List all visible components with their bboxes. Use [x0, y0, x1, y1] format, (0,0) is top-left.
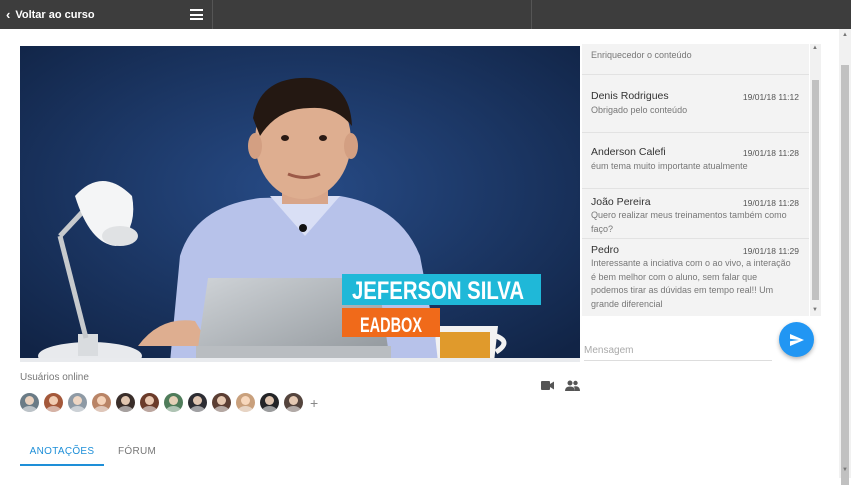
chat-author: Pedro	[591, 244, 620, 256]
chat-author: João Pereira	[591, 196, 651, 208]
scroll-up-arrow-icon[interactable]: ▲	[842, 32, 848, 38]
avatar[interactable]	[236, 393, 255, 412]
avatar[interactable]	[140, 393, 159, 412]
chat-scrollbar-thumb[interactable]	[812, 80, 819, 300]
chat-message-text: Interessante a inciativa com o ao vivo, …	[591, 258, 791, 309]
chat-divider	[582, 74, 809, 75]
avatar[interactable]	[44, 393, 63, 412]
page-scrollbar-thumb[interactable]	[841, 65, 849, 485]
tab-anotacoes[interactable]: ANOTAÇÕES	[20, 446, 104, 457]
chat-divider	[582, 238, 809, 239]
tab-forum[interactable]: FÓRUM	[118, 446, 156, 457]
chat-timestamp: 19/01/18 11:29	[742, 246, 799, 256]
back-to-course-link[interactable]: ‹ Voltar ao curso	[0, 0, 95, 29]
send-icon	[789, 333, 804, 346]
chat-message-text: Enriquecedor o conteúdo	[591, 50, 692, 60]
avatar[interactable]	[92, 393, 111, 412]
chat-timestamp: 19/01/18 11:28	[742, 148, 799, 158]
more-users-button[interactable]: +	[310, 395, 318, 411]
send-button[interactable]	[779, 322, 814, 357]
chat-divider	[582, 188, 809, 189]
hamburger-menu-icon[interactable]	[190, 9, 203, 20]
avatar[interactable]	[68, 393, 87, 412]
scroll-down-arrow-icon[interactable]: ▼	[842, 467, 848, 473]
chat-message-text: éum tema muito importante atualmente	[591, 161, 748, 171]
video-camera-icon[interactable]	[541, 381, 554, 390]
people-icon[interactable]	[565, 380, 580, 391]
chat-author: Anderson Calefi	[591, 146, 666, 158]
message-input[interactable]	[584, 341, 772, 361]
scroll-down-arrow-icon[interactable]: ▼	[812, 307, 818, 313]
avatar[interactable]	[20, 393, 39, 412]
chat-timestamp: 19/01/18 11:12	[742, 92, 799, 102]
topbar-divider	[212, 0, 213, 29]
chat-panel[interactable]: Enriquecedor o conteúdo Denis Rodrigues …	[582, 44, 809, 316]
chat-scrollbar[interactable]: ▲ ▼	[810, 44, 821, 316]
topbar-divider	[531, 0, 532, 29]
avatar[interactable]	[188, 393, 207, 412]
avatar[interactable]	[212, 393, 231, 412]
active-tab-indicator	[20, 464, 104, 466]
chat-timestamp: 19/01/18 11:28	[742, 198, 799, 208]
presenter-company: EADBOX	[360, 314, 422, 337]
presenter-name: JEFERSON SILVA	[352, 277, 524, 305]
chat-author: Denis Rodrigues	[591, 90, 669, 102]
avatar[interactable]	[164, 393, 183, 412]
chevron-left-icon: ‹	[6, 7, 11, 22]
avatar[interactable]	[284, 393, 303, 412]
scroll-up-arrow-icon[interactable]: ▲	[812, 45, 818, 51]
online-users-label: Usuários online	[20, 372, 89, 383]
chat-divider	[582, 132, 809, 133]
online-users-list: +	[20, 393, 318, 412]
video-frame: JEFERSON SILVA EADBOX	[20, 46, 580, 362]
mug	[434, 326, 507, 362]
avatar[interactable]	[260, 393, 279, 412]
avatar[interactable]	[116, 393, 135, 412]
chat-message-text: Obrigado pelo conteúdo	[591, 105, 688, 115]
video-player[interactable]: JEFERSON SILVA EADBOX	[20, 46, 580, 362]
back-label: Voltar ao curso	[15, 8, 95, 21]
top-bar: ‹ Voltar ao curso	[0, 0, 851, 29]
page-scrollbar[interactable]: ▲ ▼	[839, 29, 851, 485]
chat-message-text: Quero realizar meus treinamentos também …	[591, 210, 787, 234]
